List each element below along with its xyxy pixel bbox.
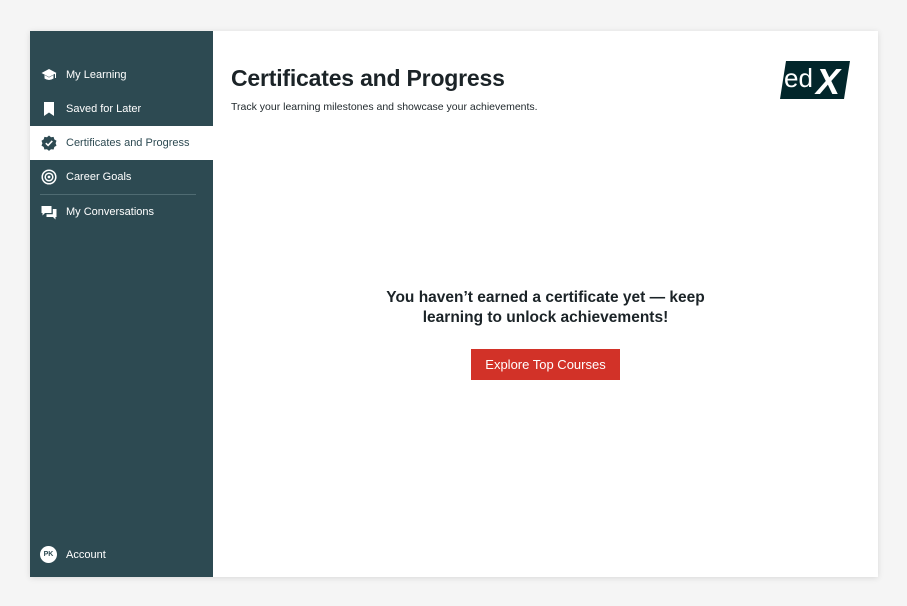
sidebar-item-saved-for-later[interactable]: Saved for Later <box>30 92 213 126</box>
account-label: Account <box>66 548 106 561</box>
sidebar-item-label: Certificates and Progress <box>66 137 190 149</box>
explore-top-courses-button[interactable]: Explore Top Courses <box>471 349 620 380</box>
empty-state: You haven’t earned a certificate yet — k… <box>213 288 878 380</box>
sidebar-item-career-goals[interactable]: Career Goals <box>30 160 213 194</box>
sidebar-item-my-learning[interactable]: My Learning <box>30 58 213 92</box>
page-subtitle: Track your learning milestones and showc… <box>231 101 538 113</box>
sidebar-item-label: Saved for Later <box>66 103 142 115</box>
edx-logo[interactable]: ed X <box>780 61 850 102</box>
graduation-cap-icon <box>41 67 57 83</box>
sidebar-item-label: My Learning <box>66 69 127 81</box>
bookmark-icon <box>41 101 57 117</box>
sidebar: My Learning Saved for Later Certificates… <box>30 31 213 577</box>
sidebar-item-label: My Conversations <box>66 206 155 218</box>
main-content: Certificates and Progress Track your lea… <box>213 31 878 577</box>
sidebar-item-my-conversations[interactable]: My Conversations <box>30 195 213 229</box>
chat-bubbles-icon <box>41 204 57 220</box>
edx-logo-x: X <box>814 61 842 99</box>
app-window: My Learning Saved for Later Certificates… <box>30 31 878 577</box>
sidebar-item-label: Career Goals <box>66 171 132 183</box>
target-icon <box>41 169 57 185</box>
page-title: Certificates and Progress <box>231 65 505 91</box>
verified-badge-icon <box>41 135 57 151</box>
account-menu[interactable]: PK Account <box>40 546 106 563</box>
sidebar-item-certificates-and-progress[interactable]: Certificates and Progress <box>30 126 213 160</box>
avatar: PK <box>40 546 57 563</box>
edx-logo-text: ed <box>784 63 813 93</box>
sidebar-nav: My Learning Saved for Later Certificates… <box>30 58 213 229</box>
empty-state-message: You haven’t earned a certificate yet — k… <box>386 289 705 326</box>
